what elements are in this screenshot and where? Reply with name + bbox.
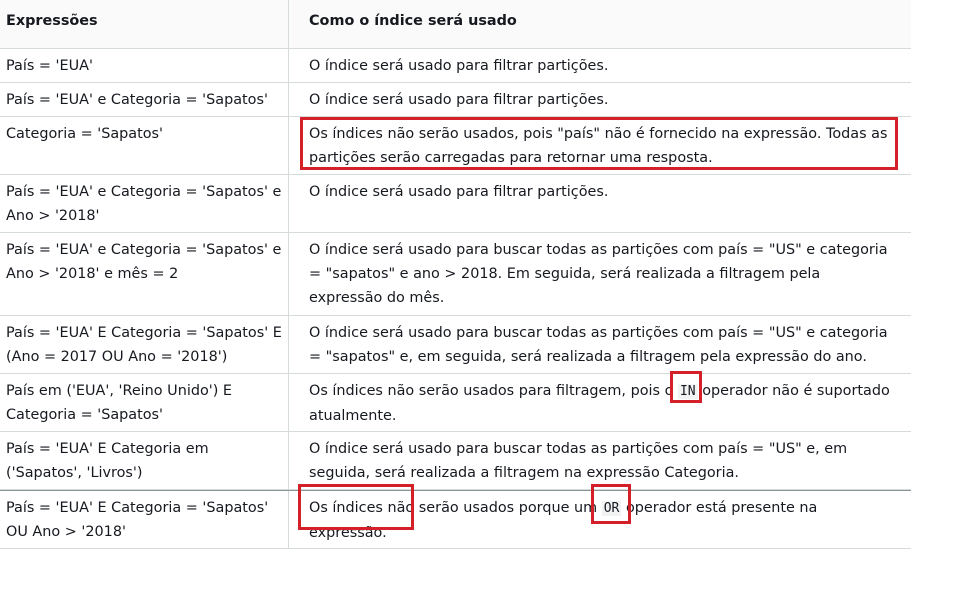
usage-cell: O índice será usado para buscar todas as… [309, 325, 888, 365]
table-row: País = 'EUA' O índice será usado para fi… [0, 49, 911, 83]
usage-cell: Os índices não serão usados, pois "país"… [309, 126, 888, 166]
table-header-row: Expressões Como o índice será usado [0, 0, 911, 49]
expression-cell: País = 'EUA' e Categoria = 'Sapatos' [0, 83, 289, 116]
expression-cell: País = 'EUA' e Categoria = 'Sapatos' e A… [0, 175, 289, 232]
expression-cell: País = 'EUA' e Categoria = 'Sapatos' e A… [0, 233, 289, 315]
table-row: País = 'EUA' E Categoria em ('Sapatos', … [0, 432, 911, 490]
table-row: País = 'EUA' e Categoria = 'Sapatos' e A… [0, 233, 911, 316]
in-operator-code: IN [677, 384, 698, 399]
table-row: País = 'EUA' e Categoria = 'Sapatos' O í… [0, 83, 911, 117]
table-row: País = 'EUA' E Categoria = 'Sapatos' OU … [0, 490, 911, 549]
usage-cell: Os índices não serão usados porque um OR… [309, 500, 818, 541]
table-row: País = 'EUA' e Categoria = 'Sapatos' e A… [0, 175, 911, 233]
table-row: País = 'EUA' E Categoria = 'Sapatos' E (… [0, 316, 911, 374]
usage-cell: O índice será usado para buscar todas as… [309, 242, 888, 306]
usage-cell: O índice será usado para filtrar partiçõ… [309, 184, 609, 200]
usage-cell: O índice será usado para filtrar partiçõ… [309, 58, 609, 74]
usage-cell: O índice será usado para buscar todas as… [309, 441, 848, 481]
usage-cell: Os índices não serão usados para filtrag… [309, 383, 890, 424]
or-operator-code: OR [601, 501, 622, 516]
header-expressions: Expressões [0, 0, 289, 48]
table-row: Categoria = 'Sapatos' Os índices não ser… [0, 117, 911, 175]
expression-cell: País = 'EUA' E Categoria = 'Sapatos' E (… [0, 316, 289, 373]
usage-cell: O índice será usado para filtrar partiçõ… [309, 92, 609, 108]
expression-cell: País em ('EUA', 'Reino Unido') E Categor… [0, 374, 289, 431]
index-usage-table: Expressões Como o índice será usado País… [0, 0, 911, 549]
expression-cell: País = 'EUA' E Categoria = 'Sapatos' OU … [0, 491, 289, 548]
table-row: País em ('EUA', 'Reino Unido') E Categor… [0, 374, 911, 432]
expression-cell: País = 'EUA' [0, 49, 289, 82]
expression-cell: País = 'EUA' E Categoria em ('Sapatos', … [0, 432, 289, 489]
header-usage: Como o índice será usado [309, 13, 517, 29]
expression-cell: Categoria = 'Sapatos' [0, 117, 289, 174]
